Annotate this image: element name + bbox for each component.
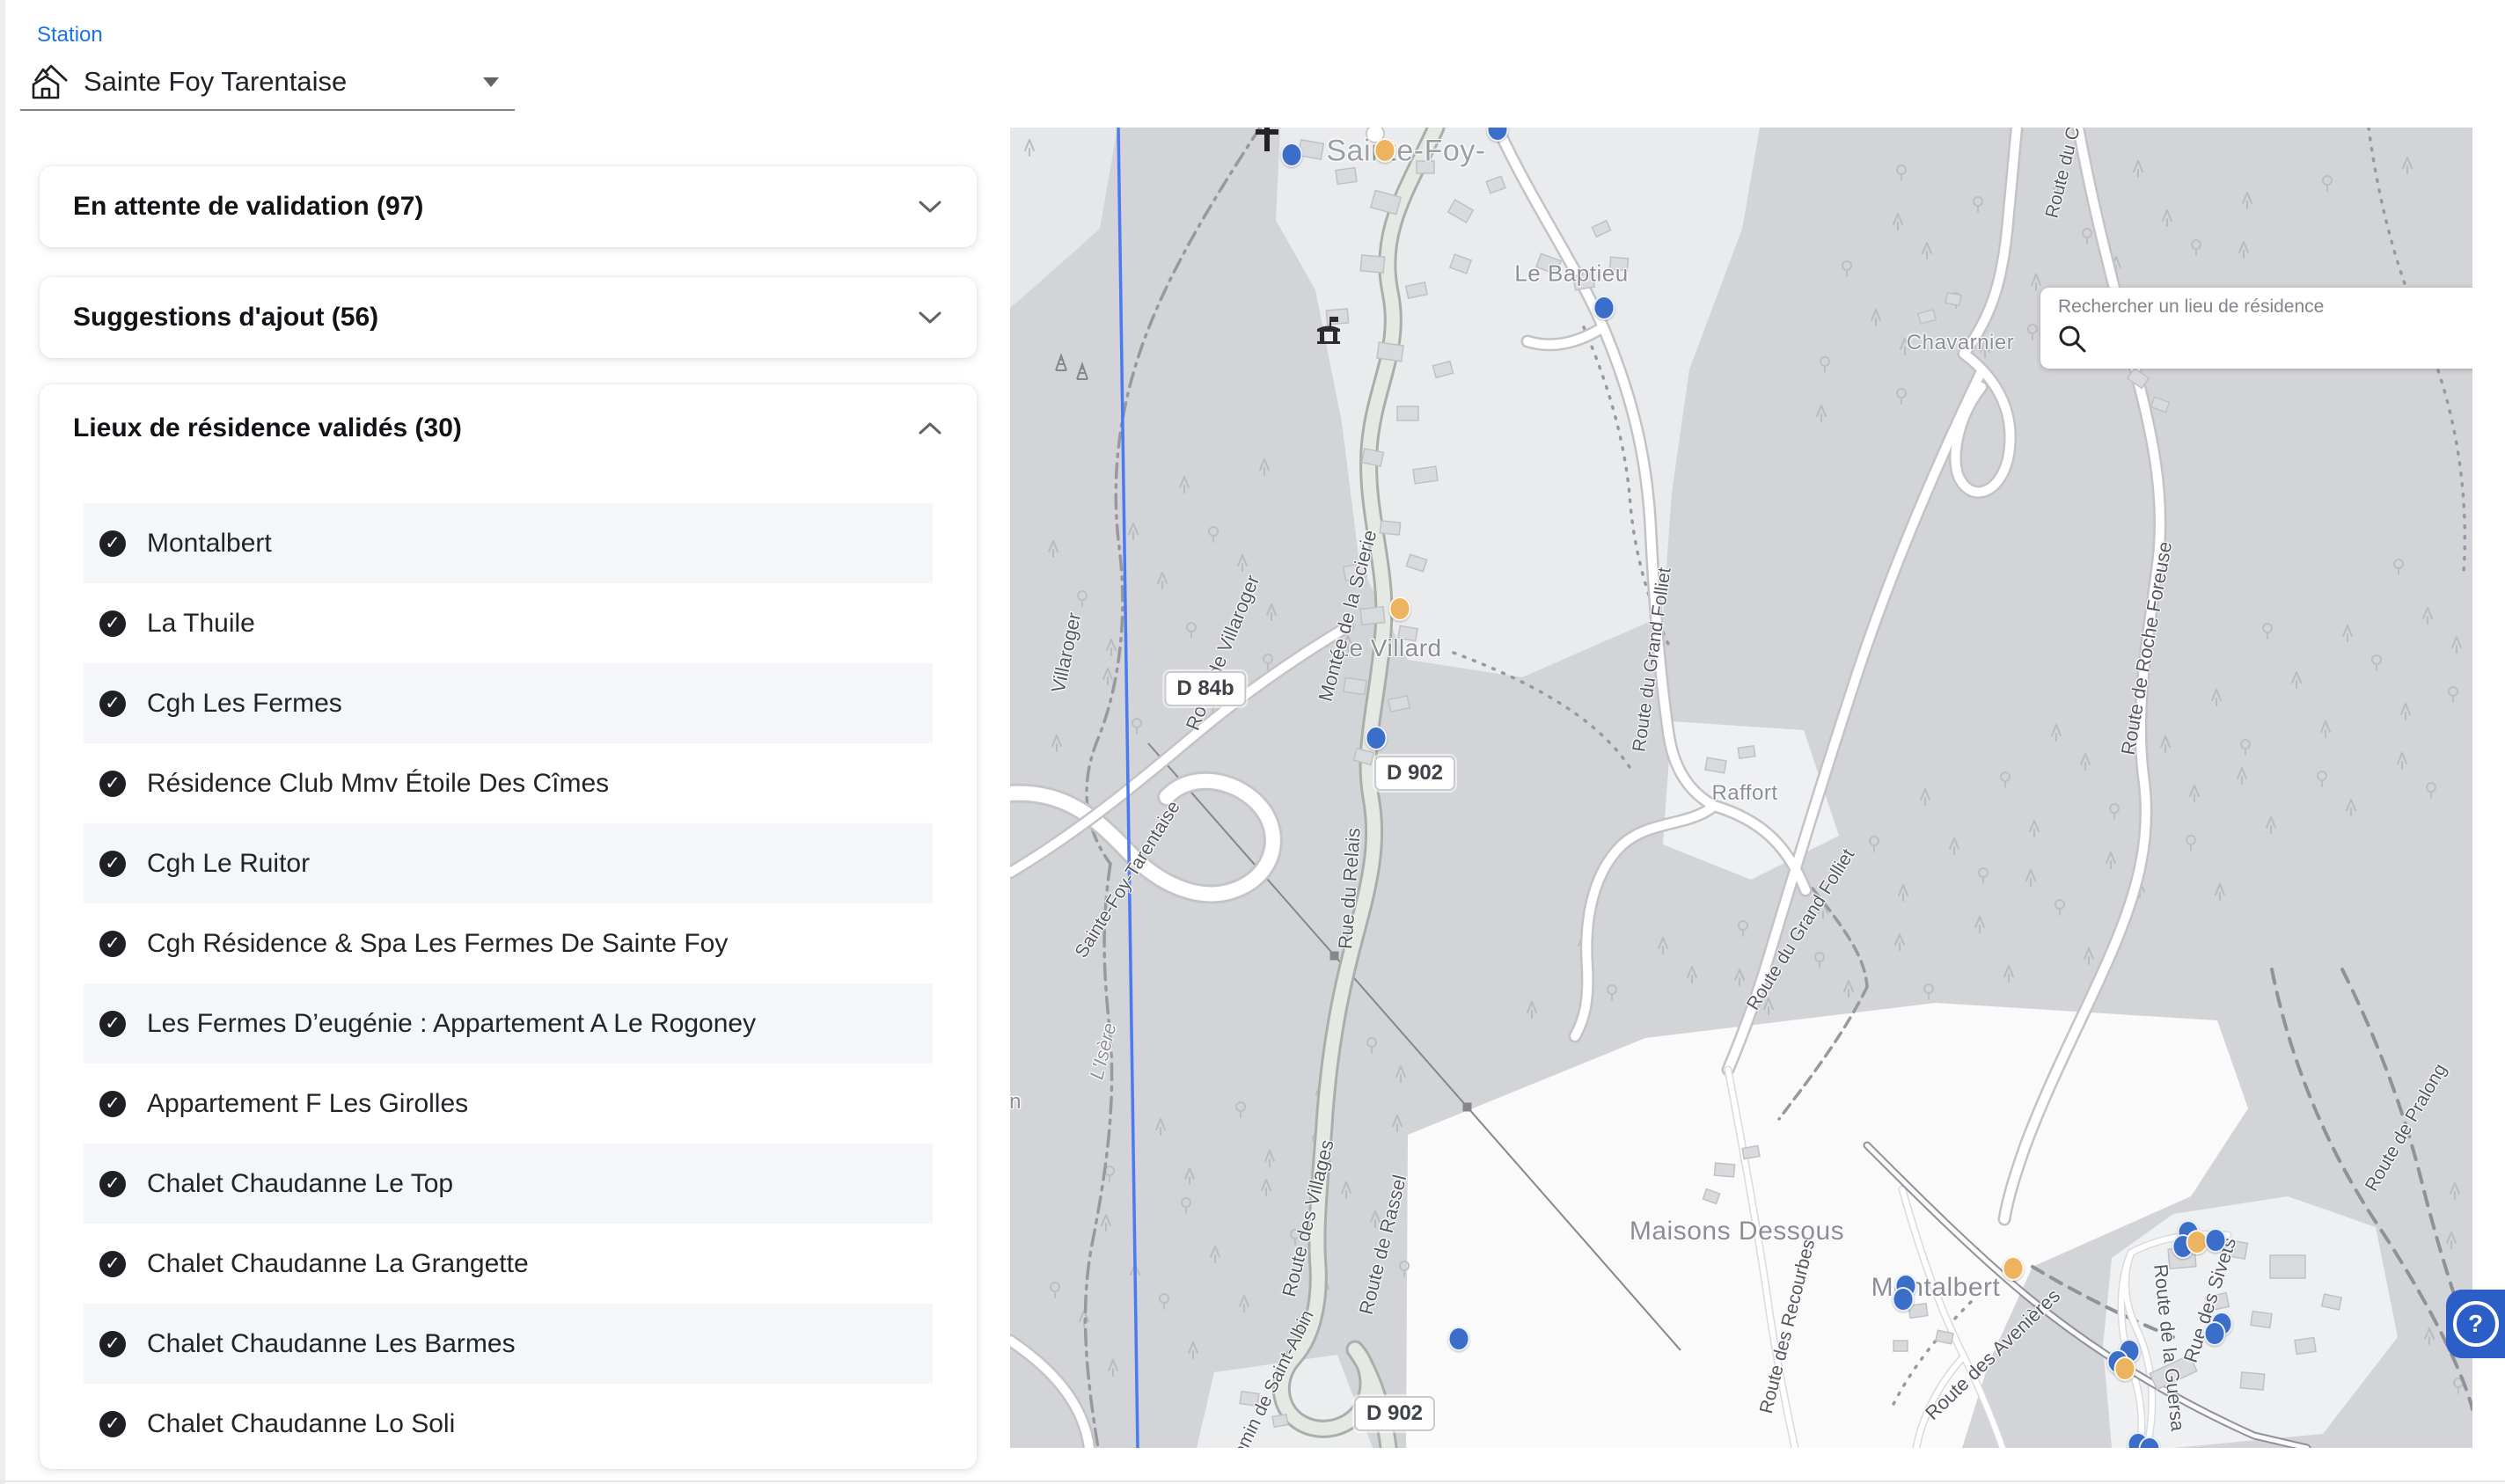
chevron-down-icon	[917, 199, 943, 215]
map-road-label: Route du Grand Folliet	[1743, 845, 1859, 1014]
map-road-label: Chemin de Saint-Albin	[1219, 1307, 1318, 1448]
help-button[interactable]: ?	[2446, 1290, 2505, 1358]
road-ref-badge: D 84b	[1164, 671, 1246, 706]
accordion-title: En attente de validation (97)	[73, 192, 423, 222]
map-marker-blue[interactable]	[1487, 128, 1509, 142]
map-marker-orange[interactable]	[1389, 596, 1411, 621]
validated-list: ✓ Montalbert ✓ La Thuile ✓ Cgh Les Fermes ✓ Rés…	[84, 503, 933, 1464]
map-place-label: Raffort	[1711, 781, 1777, 806]
map-road-label: Route des Avenières	[1921, 1284, 2065, 1424]
accordion-validated-places: Lieux de résidence validés (30) ✓ Montalb…	[40, 384, 977, 1469]
road-ref-badge: D 902	[1354, 1396, 1435, 1431]
map-road-label: Rue du Relais	[1334, 827, 1366, 950]
validated-check-icon: ✓	[99, 1011, 126, 1037]
list-item-label: Cgh Le Ruitor	[147, 849, 310, 879]
list-item-label: Montalbert	[147, 529, 272, 559]
list-item-label: Cgh Les Fermes	[147, 689, 342, 719]
map-place-label: L'Isère	[1085, 1020, 1121, 1082]
list-item[interactable]: ✓ Montalbert	[84, 503, 933, 583]
validated-check-icon: ✓	[99, 931, 126, 957]
list-item[interactable]: ✓ Chalet Chaudanne Le Top	[84, 1144, 933, 1224]
map-canvas[interactable]: Sainte-Foy-Le BaptieuChavarnierLa Tourna…	[1010, 128, 2472, 1448]
list-item[interactable]: ✓ Cgh Le Ruitor	[84, 823, 933, 903]
list-item-label: Appartement F Les Girolles	[147, 1089, 468, 1119]
map-road-label: Route de Villaroger	[1182, 572, 1265, 734]
list-item[interactable]: ✓ Les Fermes D’eugénie : Appartement A Le…	[84, 983, 933, 1064]
dropdown-caret-icon	[483, 77, 499, 87]
list-item-label: Chalet Chaudanne La Grangette	[147, 1249, 529, 1279]
validated-check-icon: ✓	[99, 1091, 126, 1117]
map-road-label: Route de Rassel	[1355, 1173, 1412, 1317]
list-item-label: Cgh Résidence & Spa Les Fermes De Sainte…	[147, 929, 728, 959]
accordion-title: Lieux de résidence validés (30)	[73, 413, 462, 443]
list-item[interactable]: ✓ La Thuile	[84, 583, 933, 663]
validated-check-icon: ✓	[99, 851, 126, 877]
station-value: Sainte Foy Tarentaise	[84, 66, 347, 98]
accordion-header[interactable]: Suggestions d'ajout (56)	[40, 277, 977, 358]
accordion-header[interactable]: En attente de validation (97)	[40, 166, 977, 247]
map-marker-blue[interactable]	[2205, 1228, 2227, 1253]
list-item-label: Résidence Club Mmv Étoile Des Cîmes	[147, 769, 609, 799]
list-item-label: Chalet Chaudanne Lo Soli	[147, 1409, 455, 1439]
validated-check-icon: ✓	[99, 1251, 126, 1277]
list-item-label: Chalet Chaudanne Le Top	[147, 1169, 453, 1199]
map-marker-blue[interactable]	[2204, 1321, 2226, 1346]
list-item-label: La Thuile	[147, 609, 255, 639]
map-marker-orange[interactable]	[1374, 138, 1396, 163]
map-marker-orange[interactable]	[2114, 1356, 2136, 1381]
map-road-label: Route du C	[2042, 128, 2085, 220]
map-marker-orange[interactable]	[2003, 1256, 2025, 1281]
validated-check-icon: ✓	[99, 610, 126, 637]
list-item[interactable]: ✓ Chalet Chaudanne La Grangette	[84, 1224, 933, 1304]
validated-check-icon: ✓	[99, 691, 126, 717]
map-road-label: Route des Recourbes	[1756, 1238, 1820, 1416]
sidebar: Station Sainte Foy Tarentaise En attente…	[0, 0, 1010, 1484]
station-select[interactable]: Sainte Foy Tarentaise	[20, 55, 515, 111]
validated-check-icon: ✓	[99, 530, 126, 557]
list-item[interactable]: ✓ Cgh Résidence & Spa Les Fermes De Saint…	[84, 903, 933, 983]
chevron-up-icon	[917, 420, 943, 436]
list-item[interactable]: ✓ Résidence Club Mmv Étoile Des Cîmes	[84, 743, 933, 823]
accordion-header[interactable]: Lieux de résidence validés (30)	[40, 384, 977, 472]
question-mark-icon: ?	[2453, 1301, 2499, 1347]
search-icon	[2056, 323, 2088, 355]
map-place-label: Montalbert	[1871, 1273, 2001, 1303]
map-road-label: Villaroger	[1047, 610, 1087, 695]
station-label: Station	[37, 23, 103, 48]
map-road-label: Sainte-Foy-Tarentaise	[1071, 798, 1184, 962]
validated-check-icon: ✓	[99, 1331, 126, 1357]
mountain-house-icon	[27, 63, 71, 100]
road-ref-badge: D 902	[1374, 756, 1455, 791]
list-item-label: Chalet Chaudanne Les Barmes	[147, 1329, 516, 1359]
validated-check-icon: ✓	[99, 771, 126, 797]
accordion-pending-validation: En attente de validation (97)	[40, 166, 977, 247]
map-road-label: Route des Villages	[1278, 1137, 1339, 1299]
map-road-label: Montée de la Scierie	[1314, 528, 1381, 704]
map-search-box[interactable]: Rechercher un lieu de résidence	[2040, 288, 2472, 369]
accordion-title: Suggestions d'ajout (56)	[73, 303, 378, 333]
map-place-label: Chavarnier	[1907, 331, 2014, 355]
map-marker-blue[interactable]	[1366, 726, 1388, 750]
list-item-label: Les Fermes D’eugénie : Appartement A Le …	[147, 1009, 756, 1039]
list-item[interactable]: ✓ Chalet Chaudanne Lo Soli	[84, 1384, 933, 1464]
map-place-label: n	[1010, 1090, 1022, 1115]
map-marker-blue[interactable]	[1448, 1327, 1470, 1351]
validated-check-icon: ✓	[99, 1171, 126, 1197]
list-item[interactable]: ✓ Cgh Les Fermes	[84, 663, 933, 743]
window-edge	[0, 1480, 2505, 1482]
map-road-label: Route de Pralong	[2362, 1060, 2452, 1195]
map-road-label: Route du Grand Folliet	[1629, 567, 1675, 754]
validated-check-icon: ✓	[99, 1411, 126, 1437]
search-input[interactable]: Rechercher un lieu de résidence	[2058, 296, 2324, 318]
map-marker-blue[interactable]	[1593, 296, 1615, 320]
map-marker-blue[interactable]	[1281, 143, 1303, 167]
map-place-label: Sainte-Foy-	[1326, 135, 1485, 169]
map-marker-blue[interactable]	[1893, 1287, 1915, 1312]
list-item[interactable]: ✓ Chalet Chaudanne Les Barmes	[84, 1304, 933, 1384]
chevron-down-icon	[917, 310, 943, 325]
list-item[interactable]: ✓ Appartement F Les Girolles	[84, 1064, 933, 1144]
map-road-label: Route de Roche Foreuse	[2117, 540, 2177, 757]
map-place-label: Le Baptieu	[1514, 260, 1628, 288]
accordion-suggestions: Suggestions d'ajout (56)	[40, 277, 977, 358]
